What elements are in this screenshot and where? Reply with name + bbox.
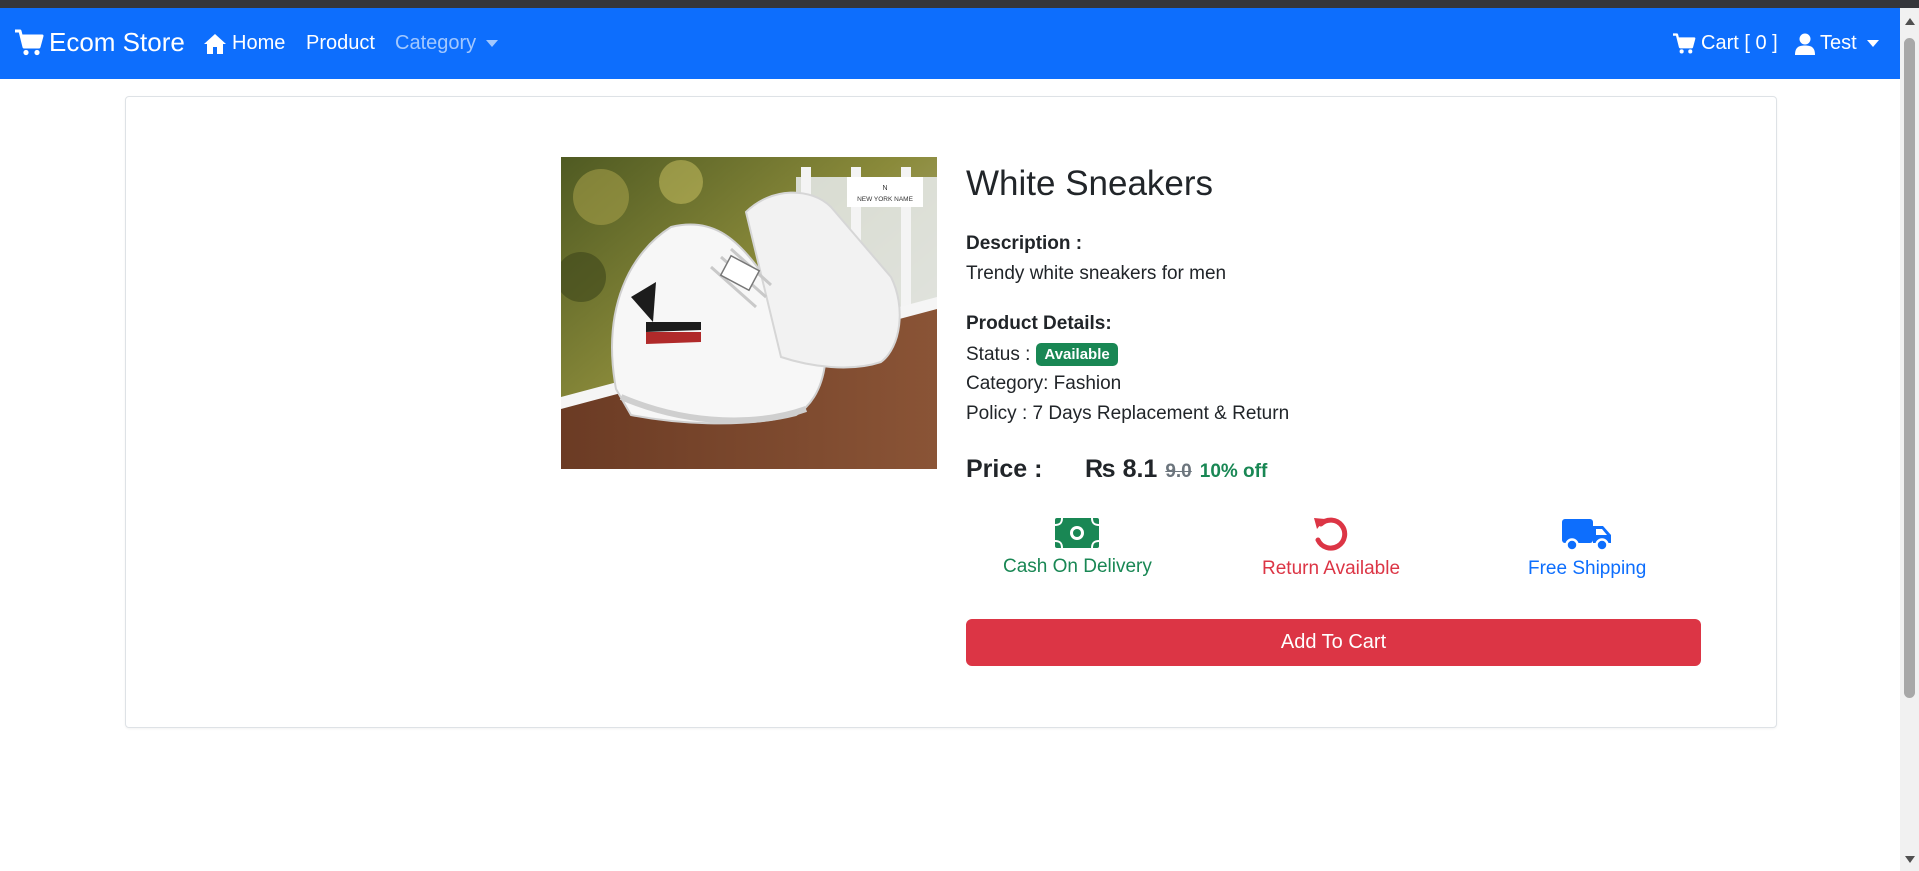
truck-icon (1562, 519, 1612, 552)
nav-user-label: Test (1820, 32, 1857, 54)
page-scrollbar[interactable] (1900, 8, 1919, 871)
category-line: Category: Fashion (966, 373, 1122, 394)
feature-shipping-label: Free Shipping (1528, 558, 1647, 579)
money-bill-icon (1055, 517, 1100, 549)
undo-icon (1314, 517, 1348, 551)
price-original: 9.0 (1165, 461, 1192, 482)
user-icon (1795, 33, 1815, 55)
image-logo-text: NEW YORK NAME (857, 196, 914, 203)
product-details-label: Product Details: (966, 313, 1112, 334)
nav-product-label: Product (306, 32, 375, 54)
svg-text:N: N (882, 185, 887, 192)
scroll-thumb[interactable] (1904, 38, 1915, 698)
add-to-cart-button[interactable]: Add To Cart (966, 619, 1701, 666)
price-current: ₨ 8.1 (1085, 455, 1158, 483)
price-row: Price : ₨ 8.1 9.0 10% off (966, 455, 1267, 484)
price-discount: 10% off (1199, 461, 1268, 482)
product-title: White Sneakers (966, 164, 1214, 203)
nav-product-link[interactable]: Product (306, 32, 375, 55)
product-image: N NEW YORK NAME (561, 157, 937, 469)
navbar: Ecom Store Home Product Category Cart [ … (0, 8, 1900, 79)
nav-cart-link[interactable]: Cart [ 0 ] (1672, 32, 1778, 55)
home-icon (204, 33, 226, 54)
brand-link[interactable]: Ecom Store (14, 27, 185, 58)
nav-home-link[interactable]: Home (203, 32, 285, 55)
nav-cart-label: Cart [ 0 ] (1701, 32, 1778, 54)
description-label: Description : (966, 233, 1083, 254)
price-label: Price : (966, 455, 1043, 483)
cart-icon (15, 29, 44, 55)
nav-home-label: Home (232, 32, 286, 54)
feature-cash-on-delivery: Cash On Delivery (1003, 516, 1152, 578)
policy-line: Policy : 7 Days Replacement & Return (966, 403, 1290, 424)
status-badge: Available (1036, 343, 1118, 366)
nav-category-dropdown[interactable]: Category (395, 32, 499, 55)
description-text: Trendy white sneakers for men (966, 263, 1227, 284)
nav-category-label: Category (395, 32, 477, 54)
scroll-down-arrow-icon[interactable] (1905, 856, 1915, 863)
feature-free-shipping: Free Shipping (1528, 516, 1646, 580)
browser-top-strip (0, 0, 1919, 8)
feature-cod-label: Cash On Delivery (1003, 556, 1152, 577)
chevron-down-icon (1866, 40, 1879, 47)
feature-return-label: Return Available (1262, 558, 1401, 579)
chevron-down-icon (486, 40, 499, 47)
status-line: Status : Available (966, 343, 1118, 366)
status-label: Status : (966, 344, 1031, 365)
brand-label: Ecom Store (49, 27, 185, 57)
cart-icon (1673, 32, 1696, 54)
feature-return-available: Return Available (1262, 516, 1400, 580)
nav-user-dropdown[interactable]: Test (1795, 32, 1879, 55)
scroll-up-arrow-icon[interactable] (1905, 18, 1915, 25)
